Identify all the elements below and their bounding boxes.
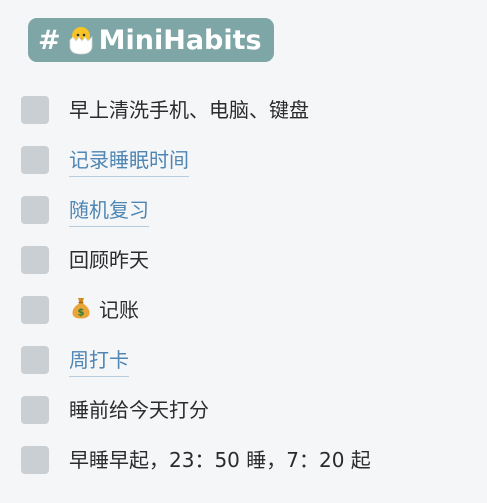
habit-item: 早睡早起，23：50 睡，7：20 起 bbox=[21, 445, 371, 495]
habit-link[interactable]: 周打卡 bbox=[69, 345, 129, 377]
habit-item: 回顾昨天 bbox=[21, 245, 371, 295]
tag-name: MiniHabits bbox=[98, 24, 262, 56]
habit-link[interactable]: 记录睡眠时间 bbox=[69, 145, 189, 177]
habit-label: 早上清洗手机、电脑、键盘 bbox=[69, 98, 309, 122]
habit-checkbox[interactable] bbox=[21, 296, 49, 324]
habit-item: 早上清洗手机、电脑、键盘 bbox=[21, 95, 371, 145]
habit-label: 回顾昨天 bbox=[69, 248, 149, 272]
habit-link[interactable]: 随机复习 bbox=[69, 195, 149, 227]
minihabits-tag[interactable]: # MiniHabits bbox=[28, 18, 274, 62]
habit-checkbox[interactable] bbox=[21, 446, 49, 474]
money-bag-icon: $ bbox=[72, 298, 90, 319]
habit-checkbox[interactable] bbox=[21, 196, 49, 224]
habit-list: 早上清洗手机、电脑、键盘 记录睡眠时间 随机复习 回顾昨天 $ 记账 周打卡 睡… bbox=[21, 95, 371, 495]
habit-label: 睡前给今天打分 bbox=[69, 398, 209, 422]
habit-item: 睡前给今天打分 bbox=[21, 395, 371, 445]
habit-label: 早睡早起，23：50 睡，7：20 起 bbox=[69, 448, 371, 472]
hatching-chick-icon bbox=[69, 27, 93, 55]
habit-checkbox[interactable] bbox=[21, 146, 49, 174]
habit-label-text: 记账 bbox=[99, 298, 139, 322]
habit-label-with-icon: $ 记账 bbox=[69, 295, 139, 325]
tag-hash: # bbox=[38, 24, 61, 56]
habit-item: 周打卡 bbox=[21, 345, 371, 395]
habit-item: $ 记账 bbox=[21, 295, 371, 345]
habit-item: 记录睡眠时间 bbox=[21, 145, 371, 195]
habit-checkbox[interactable] bbox=[21, 96, 49, 124]
svg-text:$: $ bbox=[78, 308, 85, 319]
habit-item: 随机复习 bbox=[21, 195, 371, 245]
habit-checkbox[interactable] bbox=[21, 346, 49, 374]
habit-checkbox[interactable] bbox=[21, 396, 49, 424]
habit-checkbox[interactable] bbox=[21, 246, 49, 274]
